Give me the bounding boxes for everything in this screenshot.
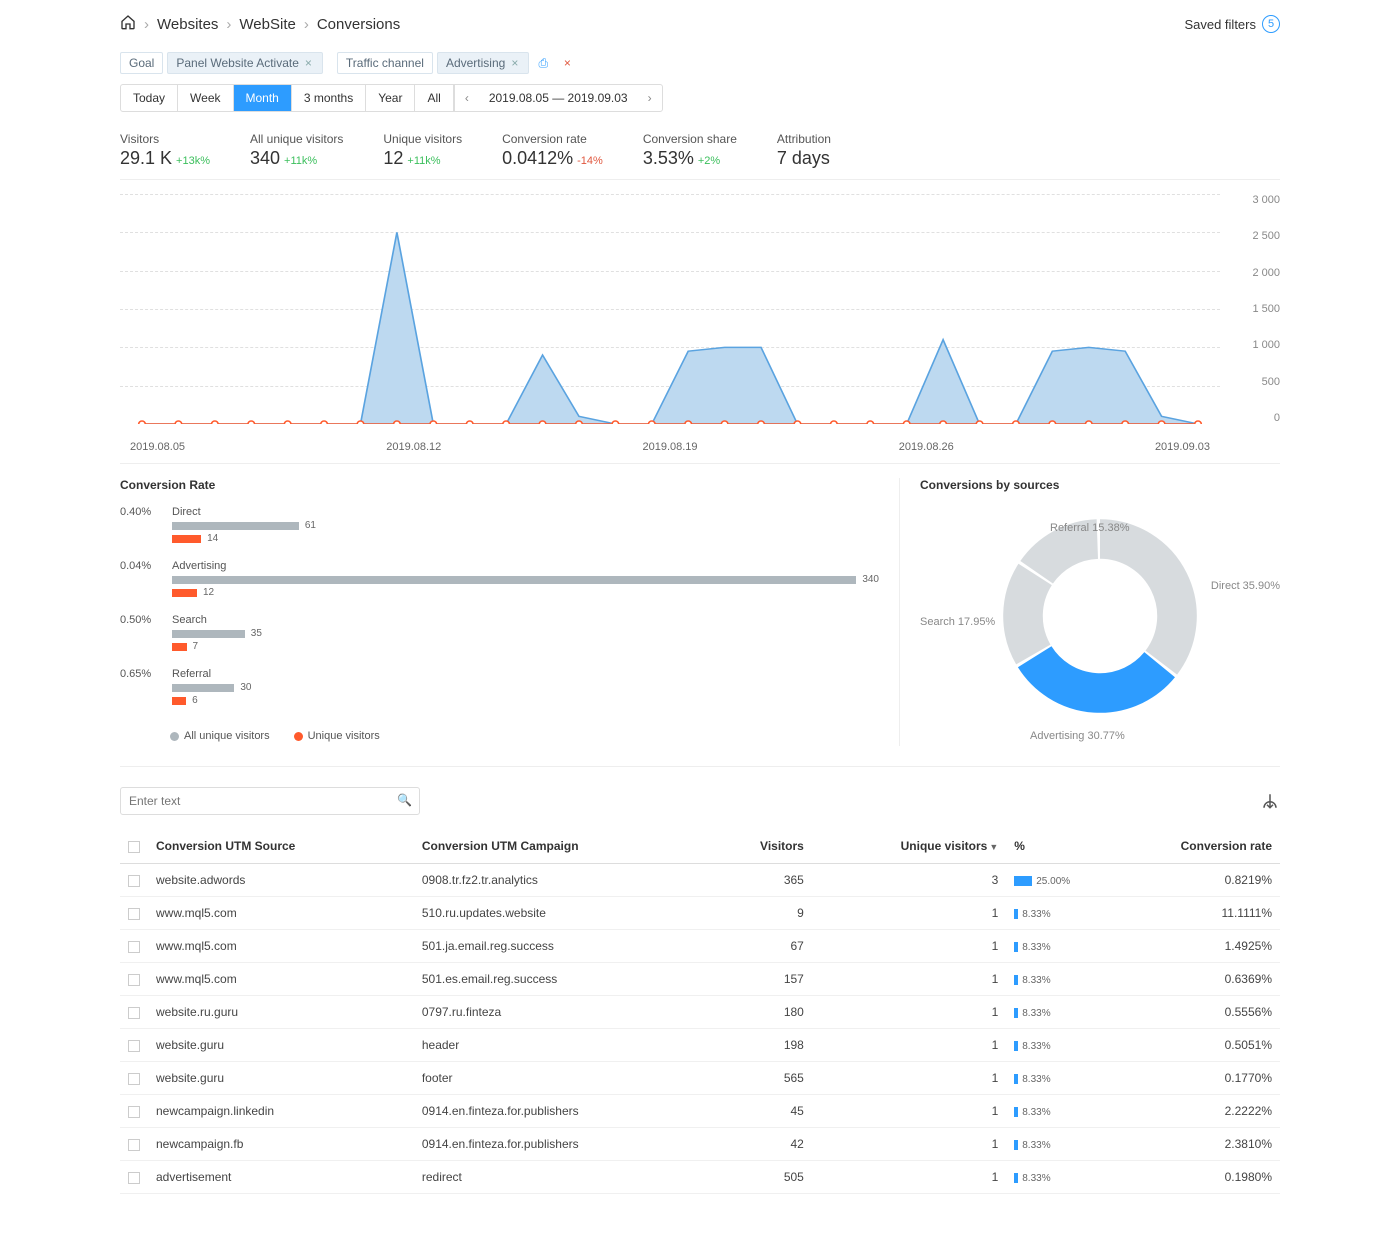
chevron-right-icon: › — [144, 16, 149, 33]
row-checkbox[interactable] — [128, 875, 140, 887]
table-row[interactable]: website.guruheader19818.33%0.5051% — [120, 1029, 1280, 1062]
home-icon[interactable] — [120, 14, 136, 34]
period-week[interactable]: Week — [178, 85, 233, 111]
period-year[interactable]: Year — [366, 85, 415, 111]
metric-conv_share: Conversion share3.53%+2% — [643, 132, 737, 169]
filter-chip-traffic-label[interactable]: Traffic channel — [337, 52, 433, 74]
saved-filters[interactable]: Saved filters 5 — [1184, 15, 1280, 33]
metric-visitors: Visitors29.1 K+13k% — [120, 132, 210, 169]
filter-chip-traffic-value[interactable]: Advertising× — [437, 52, 529, 74]
table-row[interactable]: website.gurufooter56518.33%0.1770% — [120, 1062, 1280, 1095]
row-checkbox[interactable] — [128, 1139, 140, 1151]
breadcrumb-site[interactable]: WebSite — [239, 16, 295, 33]
sort-desc-icon: ▼ — [989, 842, 998, 852]
col-visitors[interactable]: Visitors — [710, 829, 812, 864]
metric-conv_rate: Conversion rate0.0412%-14% — [502, 132, 603, 169]
row-checkbox[interactable] — [128, 1007, 140, 1019]
row-checkbox[interactable] — [128, 908, 140, 920]
col-rate[interactable]: Conversion rate — [1096, 829, 1280, 864]
y-axis: 3 0002 5002 0001 5001 0005000 — [1230, 194, 1280, 424]
legend-dot-all — [170, 732, 179, 741]
rate-legend: All unique visitors Unique visitors — [120, 722, 879, 742]
chevron-right-icon: › — [226, 16, 231, 33]
period-today[interactable]: Today — [121, 85, 178, 111]
close-icon[interactable]: × — [303, 56, 314, 70]
period-all[interactable]: All — [415, 85, 453, 111]
col-pct[interactable]: % — [1006, 829, 1096, 864]
table-row[interactable]: advertisementredirect50518.33%0.1980% — [120, 1161, 1280, 1194]
conversion-rate-title: Conversion Rate — [120, 478, 879, 492]
col-campaign[interactable]: Conversion UTM Campaign — [414, 829, 710, 864]
filter-chip-goal-value[interactable]: Panel Website Activate× — [167, 52, 323, 74]
main-chart: 3 0002 5002 0001 5001 0005000 2019.08.05… — [120, 194, 1280, 464]
table-row[interactable]: www.mql5.com501.ja.email.reg.success6718… — [120, 930, 1280, 963]
legend-dot-unique — [294, 732, 303, 741]
prev-range-icon[interactable]: ‹ — [455, 85, 479, 111]
rate-row-referral: 0.65%Referral306 — [120, 668, 879, 708]
rate-row-direct: 0.40%Direct6114 — [120, 506, 879, 546]
table-row[interactable]: website.ru.guru0797.ru.finteza18018.33%0… — [120, 996, 1280, 1029]
date-range[interactable]: 2019.08.05 — 2019.09.03 — [479, 85, 638, 111]
filter-chip-goal-label[interactable]: Goal — [120, 52, 163, 74]
breadcrumb: › Websites › WebSite › Conversions — [120, 14, 400, 34]
row-checkbox[interactable] — [128, 1106, 140, 1118]
rate-row-advertising: 0.04%Advertising34012 — [120, 560, 879, 600]
table-row[interactable]: www.mql5.com501.es.email.reg.success1571… — [120, 963, 1280, 996]
table-row[interactable]: website.adwords0908.tr.fz2.tr.analytics3… — [120, 864, 1280, 897]
download-icon[interactable] — [1260, 791, 1280, 811]
select-all-checkbox[interactable] — [128, 841, 140, 853]
period-3months[interactable]: 3 months — [292, 85, 366, 111]
table-row[interactable]: www.mql5.com510.ru.updates.website918.33… — [120, 897, 1280, 930]
saved-filters-count: 5 — [1262, 15, 1280, 33]
save-filter-icon[interactable]: ⎙ — [533, 53, 553, 73]
search-icon[interactable]: 🔍 — [397, 793, 412, 807]
metric-attribution: Attribution7 days — [777, 132, 831, 169]
table-row[interactable]: newcampaign.fb0914.en.finteza.for.publis… — [120, 1128, 1280, 1161]
period-month[interactable]: Month — [234, 85, 292, 111]
donut-label-referral: Referral 15.38% — [1050, 522, 1130, 534]
row-checkbox[interactable] — [128, 1040, 140, 1052]
donut-chart: Referral 15.38% Direct 35.90% Advertisin… — [930, 506, 1270, 746]
x-axis: 2019.08.052019.08.122019.08.192019.08.26… — [120, 441, 1220, 453]
chevron-right-icon: › — [304, 16, 309, 33]
row-checkbox[interactable] — [128, 941, 140, 953]
col-source[interactable]: Conversion UTM Source — [148, 829, 414, 864]
search-input[interactable] — [120, 787, 420, 815]
table-row[interactable]: newcampaign.linkedin0914.en.finteza.for.… — [120, 1095, 1280, 1128]
row-checkbox[interactable] — [128, 974, 140, 986]
rate-row-search: 0.50%Search357 — [120, 614, 879, 654]
saved-filters-label: Saved filters — [1184, 17, 1256, 32]
donut-label-direct: Direct 35.90% — [1211, 580, 1280, 592]
metric-unique: Unique visitors12+11k% — [383, 132, 462, 169]
clear-filters-icon[interactable]: × — [557, 53, 577, 73]
col-unique[interactable]: Unique visitors▼ — [812, 829, 1006, 864]
table-search: 🔍 — [120, 787, 420, 815]
period-selector: TodayWeekMonth3 monthsYearAll‹2019.08.05… — [120, 84, 663, 112]
row-checkbox[interactable] — [128, 1073, 140, 1085]
close-icon[interactable]: × — [509, 56, 520, 70]
donut-label-search: Search 17.95% — [920, 616, 995, 628]
breadcrumb-page[interactable]: Conversions — [317, 16, 400, 33]
donut-label-advertising: Advertising 30.77% — [1030, 730, 1125, 742]
row-checkbox[interactable] — [128, 1172, 140, 1184]
donut-title: Conversions by sources — [920, 478, 1280, 492]
next-range-icon[interactable]: › — [638, 85, 662, 111]
conversion-table: Conversion UTM Source Conversion UTM Cam… — [120, 829, 1280, 1194]
metric-all_unique: All unique visitors340+11k% — [250, 132, 343, 169]
breadcrumb-websites[interactable]: Websites — [157, 16, 218, 33]
